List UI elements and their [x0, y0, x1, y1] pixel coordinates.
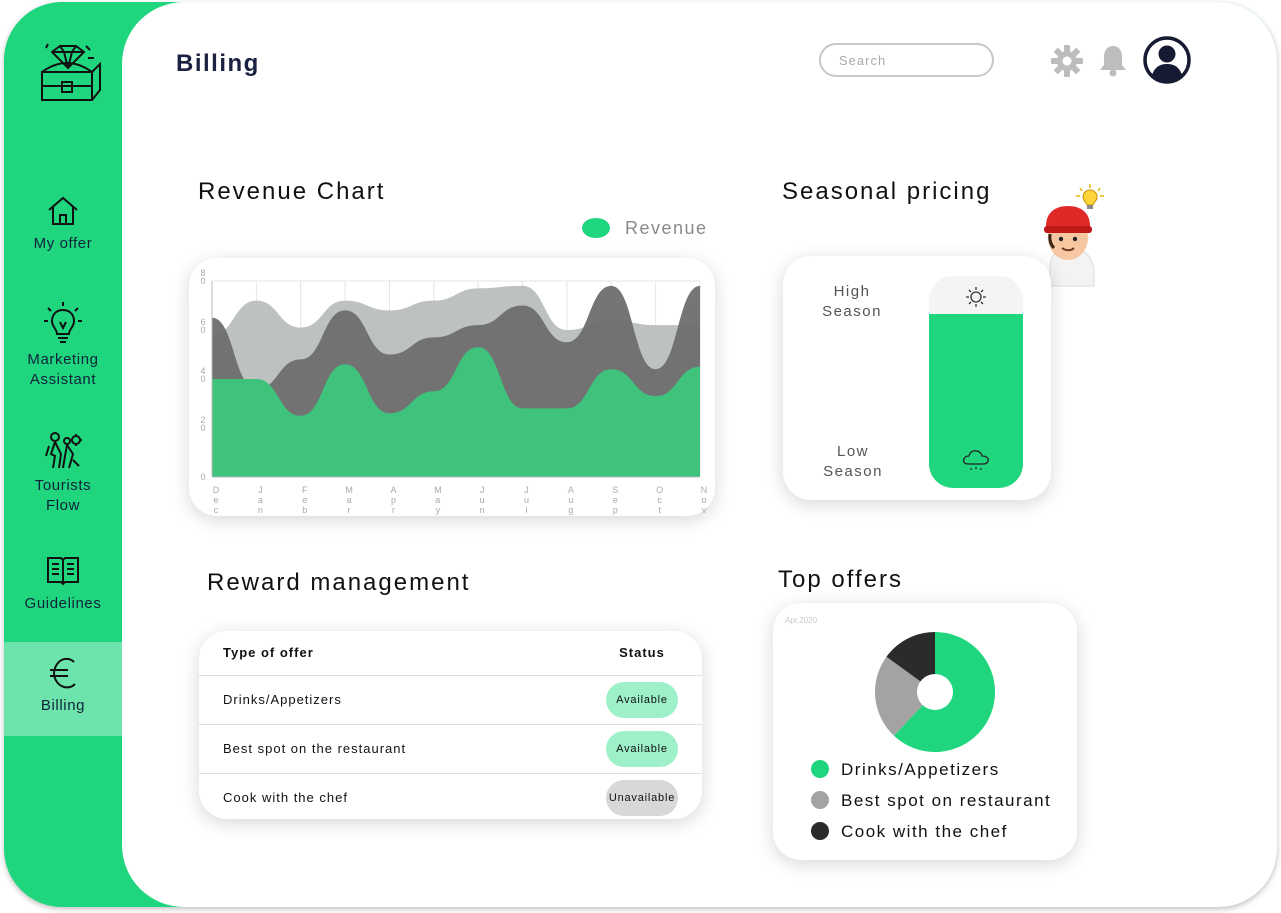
x-tick-label: c: [214, 505, 219, 515]
sun-icon: [966, 287, 986, 307]
bell-icon[interactable]: [1097, 44, 1129, 78]
reward-table: Type of offer Status Drinks/Appetizers A…: [199, 631, 702, 822]
x-tick-label: g: [568, 505, 573, 515]
y-tick-label: 0: [200, 325, 205, 335]
offer-name: Best spot on the restaurant: [223, 741, 407, 756]
pie-center-hole: [917, 674, 953, 710]
x-tick-label: J: [524, 485, 529, 495]
season-slider[interactable]: [929, 276, 1023, 488]
y-tick-label: 0: [200, 276, 205, 286]
treasure-chest-logo[interactable]: [38, 42, 102, 106]
legend-dot: [811, 822, 829, 840]
euro-icon: [50, 657, 76, 689]
revenue-chart-card: 020406080DecJanFebMarAprMayJunJulAugSepO…: [189, 258, 715, 516]
sidebar-item-marketing-assistant[interactable]: Marketing Assistant: [4, 300, 122, 390]
offer-name: Drinks/Appetizers: [223, 692, 342, 707]
high-season-label: High Season: [822, 283, 882, 320]
x-tick-label: u: [524, 495, 529, 505]
x-tick-label: o: [701, 495, 706, 505]
x-tick-label: t: [658, 505, 661, 515]
seasonal-pricing-title: Seasonal pricing: [782, 178, 992, 205]
book-icon: [47, 557, 79, 586]
sidebar-item-tourists-flow[interactable]: Tourists Flow: [4, 432, 122, 516]
x-tick-label: p: [391, 495, 396, 505]
table-row[interactable]: Cook with the chef Unavailable: [199, 773, 702, 822]
x-tick-label: n: [480, 505, 485, 515]
revenue-legend-dot: [582, 218, 610, 238]
top-offers-title: Top offers: [778, 566, 903, 593]
x-tick-label: e: [213, 495, 218, 505]
user-avatar-icon[interactable]: [1142, 35, 1192, 85]
column-header-status: Status: [619, 645, 665, 661]
x-tick-label: A: [390, 485, 396, 495]
x-tick-label: M: [345, 485, 353, 495]
sidebar-item-label: Billing: [40, 697, 86, 714]
x-tick-label: S: [612, 485, 618, 495]
x-tick-label: e: [613, 495, 618, 505]
x-tick-label: a: [435, 495, 440, 505]
x-tick-label: O: [656, 485, 663, 495]
home-icon: [48, 196, 78, 225]
revenue-chart-title: Revenue Chart: [198, 178, 386, 205]
column-header-offer: Type of offer: [223, 645, 314, 661]
sidebar-item-label: Marketing Assistant: [27, 351, 99, 388]
x-tick-label: v: [702, 505, 707, 515]
pie-legend-item: Best spot on restaurant: [811, 791, 1051, 811]
reward-table-card: Type of offer Status Drinks/Appetizers A…: [199, 631, 702, 819]
table-header: Type of offer Status: [199, 631, 702, 675]
x-tick-label: r: [392, 505, 395, 515]
snow-cloud-icon: [962, 450, 989, 470]
top-offers-card: Apr,2020 Drinks/Appetizers Best spot on …: [773, 603, 1077, 860]
x-tick-label: A: [568, 485, 574, 495]
table-row[interactable]: Best spot on the restaurant Available: [199, 724, 702, 773]
x-tick-label: D: [213, 485, 220, 495]
x-tick-label: n: [258, 505, 263, 515]
legend-dot: [811, 760, 829, 778]
x-tick-label: a: [258, 495, 263, 505]
x-tick-label: J: [480, 485, 485, 495]
x-tick-label: y: [436, 505, 441, 515]
x-tick-label: M: [434, 485, 442, 495]
x-tick-label: J: [258, 485, 263, 495]
page-title: Billing: [176, 50, 260, 77]
x-tick-label: e: [302, 495, 307, 505]
sidebar-item-guidelines[interactable]: Guidelines: [4, 554, 122, 614]
y-tick-label: 0: [200, 472, 205, 482]
x-tick-label: u: [568, 495, 573, 505]
x-tick-label: p: [613, 505, 618, 515]
top-offers-pie-chart: [875, 632, 995, 752]
sidebar-item-label: Guidelines: [24, 595, 102, 612]
x-tick-label: u: [480, 495, 485, 505]
x-tick-label: l: [526, 505, 528, 515]
x-tick-label: r: [348, 505, 351, 515]
x-tick-label: F: [302, 485, 308, 495]
status-badge[interactable]: Available: [606, 730, 678, 767]
sidebar-item-label: My offer: [33, 235, 93, 252]
low-season-label: Low Season: [823, 443, 883, 480]
pie-legend-item: Drinks/Appetizers: [811, 760, 1000, 780]
revenue-legend-label: Revenue: [625, 218, 708, 238]
pie-legend-item: Cook with the chef: [811, 822, 1008, 842]
sidebar-item-my-offer[interactable]: My offer: [4, 194, 122, 254]
settings-icon[interactable]: [1050, 44, 1084, 78]
lightbulb-icon: [44, 302, 82, 343]
status-badge[interactable]: Unavailable: [606, 779, 678, 816]
search-input[interactable]: [819, 43, 994, 77]
x-tick-label: a: [347, 495, 352, 505]
x-tick-label: N: [701, 485, 708, 495]
y-tick-label: 0: [200, 374, 205, 384]
reward-management-title: Reward management: [207, 569, 471, 596]
x-tick-label: c: [657, 495, 662, 505]
status-badge[interactable]: Available: [606, 681, 678, 718]
tourists-icon: [45, 432, 82, 469]
sidebar-item-billing[interactable]: Billing: [4, 642, 122, 736]
legend-dot: [811, 791, 829, 809]
y-tick-label: 0: [200, 423, 205, 433]
offer-name: Cook with the chef: [223, 790, 348, 806]
table-row[interactable]: Drinks/Appetizers Available: [199, 675, 702, 724]
seasonal-pricing-card: High Season Low Season: [783, 256, 1051, 500]
sidebar-item-label: Tourists Flow: [34, 477, 92, 514]
revenue-chart: 020406080DecJanFebMarAprMayJunJulAugSepO…: [200, 268, 708, 515]
x-tick-label: b: [302, 505, 307, 515]
